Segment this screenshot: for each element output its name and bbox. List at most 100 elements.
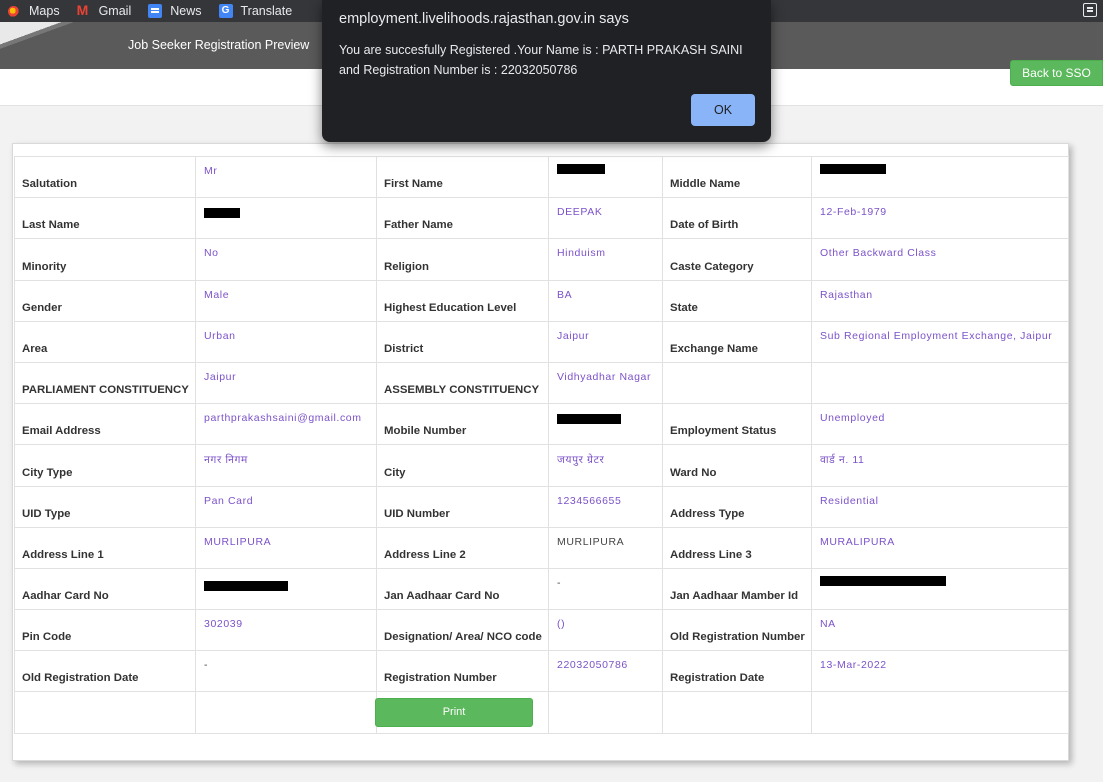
field-label: Registration Date [662, 650, 812, 693]
field-value: Jaipur [195, 361, 377, 405]
field-label: Gender [14, 279, 196, 322]
print-button[interactable]: Print [375, 698, 533, 728]
table-row: Last Name Father Name DEEPAK Date of Birth 1… [14, 197, 1069, 240]
dialog-ok-button[interactable]: OK [691, 94, 755, 126]
field-value: - [548, 567, 663, 611]
redaction-bar [204, 208, 240, 219]
table-row: Email Address parthprakashsaini@gmail.com… [14, 403, 1069, 446]
dialog-message: You are succesfully Registered .Your Nam… [339, 43, 743, 77]
field-label: Salutation [14, 155, 196, 199]
table-row-actions: Print [14, 691, 1069, 734]
back-to-sso-button[interactable]: Back to SSO [1010, 60, 1103, 86]
field-label: City Type [14, 444, 196, 487]
bookmark-label: Gmail [98, 4, 132, 18]
field-value: BA [548, 279, 663, 322]
redaction-bar [820, 575, 946, 586]
field-value: No [195, 238, 377, 281]
field-label: Exchange Name [662, 320, 812, 363]
field-label: Area [14, 320, 196, 363]
field-label: Address Type [662, 485, 812, 528]
redacted-value [195, 567, 377, 611]
field-label: Aadhar Card No [14, 567, 196, 611]
field-label: Jan Aadhaar Mamber Id [662, 567, 812, 611]
field-value: 13-Mar-2022 [811, 650, 1069, 693]
redaction-bar [557, 414, 621, 425]
field-label: Middle Name [662, 155, 812, 199]
action-cell [14, 691, 196, 734]
field-label: Employment Status [662, 403, 812, 446]
gmail-icon [77, 2, 91, 18]
table-row: Old Registration Date - Registration Numbe… [14, 650, 1069, 693]
field-value: DEEPAK [548, 197, 663, 240]
action-cell [662, 691, 812, 734]
table-row: Address Line 1 MURLIPURA Address Line 2 MUR… [14, 526, 1069, 569]
field-label: Registration Number [376, 650, 549, 693]
field-label: PARLIAMENT CONSTITUENCY [14, 361, 196, 405]
field-value: - [195, 650, 377, 693]
field-value: 1234566655 [548, 485, 663, 528]
bookmark-gmail[interactable]: Gmail [77, 2, 132, 18]
field-value: MURLIPURA [195, 526, 377, 569]
field-label: Highest Education Level [376, 279, 549, 322]
redacted-value [811, 567, 1069, 611]
field-label: Caste Category [662, 238, 812, 281]
field-value: Jaipur [548, 320, 663, 363]
field-value: NA [811, 609, 1069, 652]
field-label [662, 361, 812, 405]
table-row: PARLIAMENT CONSTITUENCY Jaipur ASSEMBLY CO… [14, 361, 1069, 405]
news-icon [148, 4, 163, 18]
field-value: MURLIPURA [548, 526, 663, 569]
field-label: City [376, 444, 549, 487]
redaction-bar [820, 164, 886, 174]
table-row: Minority No Religion Hinduism Caste Category… [14, 238, 1069, 281]
maps-icon [5, 3, 22, 19]
field-label: Pin Code [14, 609, 196, 652]
field-label: Mobile Number [376, 403, 549, 446]
redacted-value [548, 155, 663, 199]
field-value: parthprakashsaini@gmail.com [195, 403, 377, 446]
field-value: Unemployed [811, 403, 1069, 446]
registration-details-table: Salutation Mr First Name Middle Name Last Na… [14, 155, 1069, 734]
alert-dialog: employment.livelihoods.rajasthan.gov.in … [322, 0, 771, 142]
field-label: First Name [376, 155, 549, 199]
field-value: Sub Regional Employment Exchange, Jaipur [811, 320, 1069, 363]
bookmark-translate[interactable]: G Translate [218, 4, 293, 18]
field-label: Father Name [376, 197, 549, 240]
table-row: UID Type Pan Card UID Number 1234566655 Addr… [14, 485, 1069, 528]
dialog-title: employment.livelihoods.rajasthan.gov.in … [339, 11, 629, 27]
field-value: वार्ड न. 11 [811, 444, 1069, 487]
table-row: Salutation Mr First Name Middle Name [14, 155, 1069, 199]
redacted-value [548, 403, 663, 446]
field-value: Hinduism [548, 238, 663, 281]
field-label: Address Line 1 [14, 526, 196, 569]
field-label: Jan Aadhaar Card No [376, 567, 549, 611]
field-label: Address Line 3 [662, 526, 812, 569]
field-label: Email Address [14, 403, 196, 446]
bookmark-label: News [170, 4, 202, 18]
field-label: Date of Birth [662, 197, 812, 240]
field-value: () [548, 609, 663, 652]
field-value: Pan Card [195, 485, 377, 528]
action-cell: Print [375, 691, 549, 734]
registration-preview-panel: Salutation Mr First Name Middle Name Last Na… [12, 143, 1069, 761]
redaction-bar [204, 580, 288, 591]
field-value: नगर निगम [195, 444, 377, 487]
reading-list-icon[interactable] [1083, 3, 1097, 17]
translate-icon: G [218, 4, 233, 18]
field-label: UID Type [14, 485, 196, 528]
redacted-value [811, 155, 1069, 199]
bookmark-news[interactable]: News [148, 4, 202, 18]
field-value: Male [195, 279, 377, 322]
redacted-value [195, 197, 377, 240]
field-label: Address Line 2 [376, 526, 549, 569]
field-value: Mr [195, 155, 377, 199]
field-value: जयपुर ग्रेटर [548, 444, 663, 487]
action-cell [548, 691, 663, 734]
field-label: UID Number [376, 485, 549, 528]
page-title: Job Seeker Registration Preview [128, 38, 310, 52]
bookmark-maps[interactable]: Maps [5, 3, 60, 19]
field-label: Ward No [662, 444, 812, 487]
bookmark-label: Translate [240, 4, 293, 18]
field-label: Last Name [14, 197, 196, 240]
field-label: State [662, 279, 812, 322]
